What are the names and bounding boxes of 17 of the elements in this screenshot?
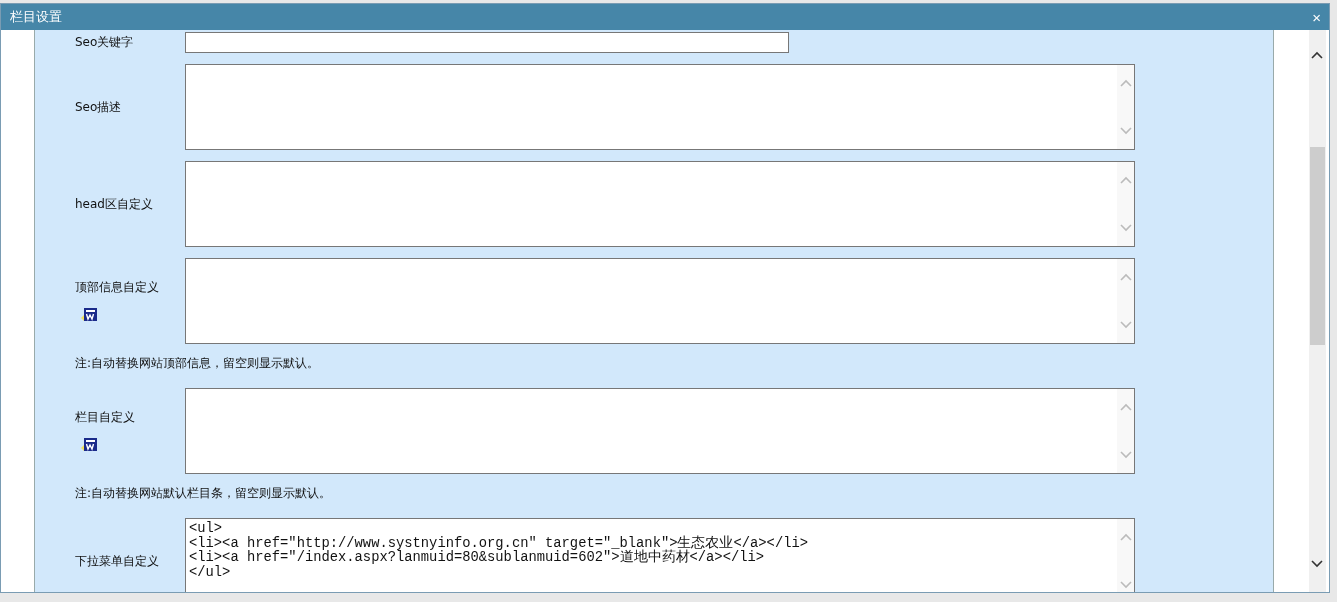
scroll-up-icon[interactable] xyxy=(1311,51,1323,59)
editor-icon[interactable] xyxy=(80,435,98,454)
editor-icon[interactable] xyxy=(80,305,98,324)
field-label: head区自定义 xyxy=(75,195,153,213)
field-label: 下拉菜单自定义 xyxy=(75,552,159,570)
text-input[interactable] xyxy=(185,32,789,53)
close-button[interactable]: × xyxy=(1312,9,1321,25)
field-label: Seo描述 xyxy=(75,98,122,116)
dialog-title: 栏目设置 xyxy=(10,8,62,26)
vertical-scrollbar[interactable] xyxy=(1309,30,1326,592)
scrollbar-thumb[interactable] xyxy=(1310,147,1325,345)
field-label: 顶部信息自定义 xyxy=(75,278,159,296)
field-label: 栏目自定义 xyxy=(75,408,135,426)
note-text: 注:自动替换网站默认栏目条，留空则显示默认。 xyxy=(75,485,333,502)
note-text: 注:自动替换网站顶部信息，留空则显示默认。 xyxy=(75,355,321,372)
field-label: Seo关键字 xyxy=(75,34,134,51)
scroll-down-icon[interactable] xyxy=(1311,560,1323,568)
